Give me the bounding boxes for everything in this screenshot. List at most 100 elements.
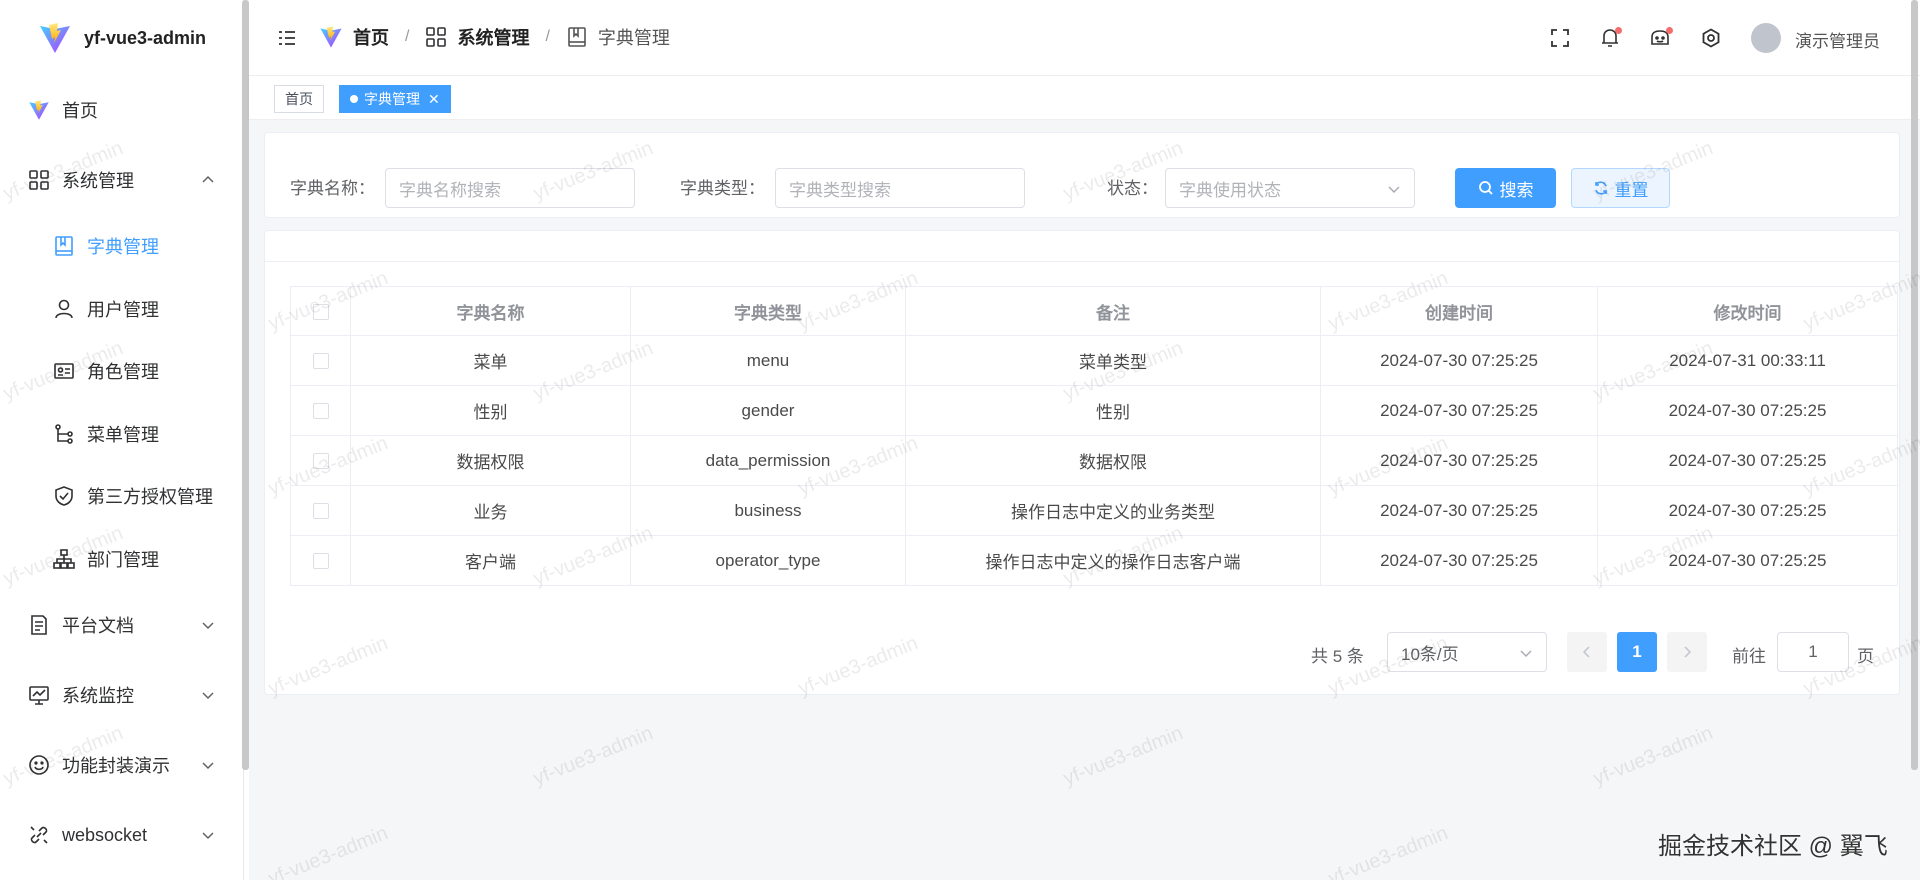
link-icon [28, 824, 50, 846]
search-icon [1478, 181, 1493, 195]
sidebar-item-departments[interactable]: 部门管理 [0, 539, 240, 579]
breadcrumb-separator: / [405, 28, 410, 45]
next-page-button[interactable] [1667, 632, 1707, 672]
sidebar-item-label: 第三方授权管理 [87, 487, 213, 507]
column-header[interactable]: 修改时间 [1597, 286, 1898, 336]
table-cell: business [630, 485, 906, 536]
table-cell: 2024-07-30 07:25:25 [1597, 385, 1898, 436]
page-size-value: 10条/页 [1401, 644, 1459, 664]
bell-icon[interactable] [1600, 27, 1622, 49]
table-cell: 2024-07-31 00:33:11 [1597, 335, 1898, 386]
vite-logo-icon [40, 23, 70, 53]
refresh-icon [1594, 181, 1607, 195]
sidebar-item-label: 首页 [62, 101, 98, 121]
row-checkbox[interactable] [290, 485, 351, 536]
close-icon[interactable]: ✕ [428, 91, 440, 108]
goto-page-input[interactable]: 1 [1777, 632, 1849, 672]
table-row[interactable]: 客户端 operator_type 操作日志中定义的操作日志客户端 2024-0… [290, 535, 1898, 586]
menu-fold-icon[interactable] [277, 28, 297, 48]
row-checkbox[interactable] [290, 435, 351, 486]
chevron-down-icon [202, 692, 214, 700]
table-row[interactable]: 性别 gender 性别 2024-07-30 07:25:25 2024-07… [290, 385, 1898, 436]
source-watermark: 掘金技术社区 @ 翼飞 [1658, 833, 1888, 860]
row-checkbox[interactable] [290, 535, 351, 586]
sidebar-item-menus[interactable]: 菜单管理 [0, 414, 240, 454]
search-button[interactable]: 搜索 [1455, 168, 1556, 208]
table-cell: 数据权限 [905, 435, 1321, 486]
chevron-down-icon [202, 762, 214, 770]
page-size-select[interactable]: 10条/页 [1387, 632, 1547, 672]
column-header[interactable]: 备注 [905, 286, 1321, 336]
pagination-total: 共 5 条 [1311, 647, 1364, 666]
tags-view: 首页 字典管理 ✕ [249, 76, 1920, 120]
main-content: 字典名称： 字典名称搜索 字典类型： 字典类型搜索 状态： 字典使用状态 搜索 … [249, 120, 1920, 880]
sidebar-item-oauth[interactable]: 第三方授权管理 [0, 476, 240, 516]
sidebar-item-roles[interactable]: 角色管理 [0, 351, 240, 391]
main-scrollbar[interactable] [1911, 0, 1918, 770]
sidebar-item-label: websocket [62, 824, 148, 845]
tree-icon [53, 423, 75, 445]
sidebar-scrollbar[interactable] [242, 0, 249, 770]
settings-icon[interactable] [1701, 28, 1721, 48]
table-row[interactable]: 菜单 menu 菜单类型 2024-07-30 07:25:25 2024-07… [290, 335, 1898, 386]
sidebar-item-dictionary[interactable]: 字典管理 [0, 226, 240, 266]
sidebar-item-label: 系统管理 [62, 171, 134, 191]
tab-dictionary[interactable]: 字典管理 ✕ [339, 85, 451, 113]
sidebar-item-docs[interactable]: 平台文档 [0, 605, 240, 645]
table-row[interactable]: 数据权限 data_permission 数据权限 2024-07-30 07:… [290, 435, 1898, 486]
goto-page-value: 1 [1808, 642, 1818, 661]
prev-page-button[interactable] [1567, 632, 1607, 672]
dict-type-input[interactable]: 字典类型搜索 [775, 168, 1025, 208]
active-dot-icon [350, 95, 358, 103]
table-cell: 数据权限 [350, 435, 631, 486]
chat-icon[interactable] [1649, 27, 1673, 49]
search-button-label: 搜索 [1499, 180, 1534, 200]
sidebar-item-home[interactable]: 首页 [0, 90, 240, 130]
user-name[interactable]: 演示管理员 [1795, 27, 1880, 52]
monitor-icon [28, 684, 50, 706]
table-cell: 性别 [905, 385, 1321, 436]
message-badge [1666, 27, 1673, 34]
sidebar-item-system[interactable]: 系统管理 [0, 160, 240, 200]
breadcrumb-separator: / [545, 28, 550, 45]
fullscreen-icon[interactable] [1550, 28, 1570, 48]
row-checkbox[interactable] [290, 385, 351, 436]
select-all-checkbox[interactable] [290, 286, 351, 336]
column-header[interactable]: 字典类型 [630, 286, 906, 336]
table-cell: 2024-07-30 07:25:25 [1597, 485, 1898, 536]
sidebar-item-demos[interactable]: 功能封装演示 [0, 745, 240, 785]
dict-name-input[interactable]: 字典名称搜索 [385, 168, 635, 208]
reset-button[interactable]: 重置 [1571, 168, 1670, 208]
dictionary-icon [568, 27, 586, 47]
reset-button-label: 重置 [1614, 180, 1649, 200]
status-select[interactable]: 字典使用状态 [1165, 168, 1415, 208]
chevron-down-icon [202, 832, 214, 840]
brand[interactable]: yf-vue3-admin [38, 18, 206, 58]
table-cell: 2024-07-30 07:25:25 [1320, 485, 1598, 536]
breadcrumb-item-current: 字典管理 [597, 28, 670, 48]
column-header[interactable]: 创建时间 [1320, 286, 1598, 336]
table-cell: data_permission [630, 435, 906, 486]
chevron-down-icon [1520, 650, 1532, 658]
row-checkbox[interactable] [290, 335, 351, 386]
table-row[interactable]: 业务 business 操作日志中定义的业务类型 2024-07-30 07:2… [290, 485, 1898, 536]
table-cell: 性别 [350, 385, 631, 436]
chevron-down-icon [1388, 186, 1400, 194]
sidebar-item-monitor[interactable]: 系统监控 [0, 675, 240, 715]
tab-label: 字典管理 [364, 91, 420, 107]
breadcrumb-item-home[interactable]: 首页 [353, 24, 389, 50]
tab-label: 首页 [285, 91, 313, 107]
smile-icon [28, 754, 50, 776]
vite-logo-icon [28, 99, 50, 121]
shield-icon [53, 485, 75, 507]
page-number-button[interactable]: 1 [1617, 632, 1657, 672]
grid-icon [28, 169, 50, 191]
table-cell: 2024-07-30 07:25:25 [1320, 435, 1598, 486]
column-header[interactable]: 字典名称 [350, 286, 631, 336]
sidebar-item-websocket[interactable]: websocket [0, 815, 240, 855]
avatar[interactable] [1751, 23, 1781, 53]
breadcrumb-item-system[interactable]: 系统管理 [457, 24, 529, 50]
tab-home[interactable]: 首页 [274, 85, 324, 113]
sidebar-item-users[interactable]: 用户管理 [0, 289, 240, 329]
page-suffix: 页 [1857, 647, 1874, 666]
